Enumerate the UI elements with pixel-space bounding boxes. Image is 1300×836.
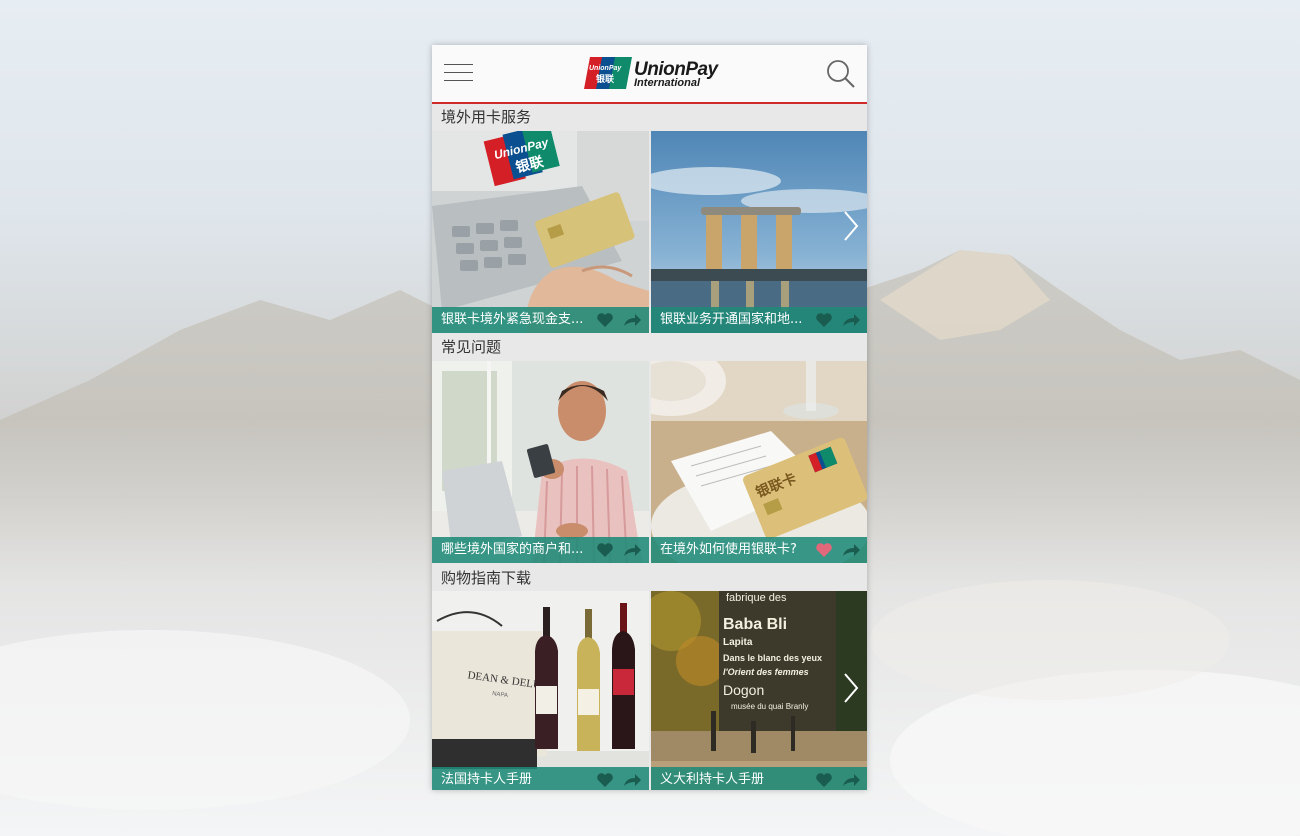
svg-text:UnionPay: UnionPay (589, 65, 622, 72)
heart-icon (816, 773, 832, 787)
tile-caption-bar: 法国持卡人手册 (432, 767, 649, 790)
share-arrow-icon (624, 314, 641, 326)
brand-subtitle: International (634, 77, 701, 89)
heart-icon (816, 543, 832, 557)
svg-text:fabrique des: fabrique des (726, 592, 787, 604)
card-on-receipt-photo: 银联卡 (651, 361, 867, 563)
favorite-button[interactable] (596, 772, 614, 788)
share-arrow-icon (624, 544, 641, 556)
chevron-right-icon (844, 211, 859, 241)
share-arrow-icon (843, 314, 860, 326)
tile-caption: 义大利持卡人手册 (660, 772, 765, 787)
tile-caption-bar: 在境外如何使用银联卡? (651, 537, 867, 563)
tile-caption: 在境外如何使用银联卡? (660, 542, 797, 557)
hamburger-icon-line (444, 80, 473, 81)
tile-italy-handbook[interactable]: fabrique des Baba Bli Lapita Dans le bla… (651, 591, 867, 790)
unionpay-logo-mark: UnionPay 银联 (584, 57, 632, 89)
favorite-button-active[interactable] (815, 542, 833, 558)
svg-text:l'Orient des femmes: l'Orient des femmes (723, 667, 809, 677)
share-button[interactable] (841, 542, 861, 558)
tile-caption: 哪些境外国家的商户和... (441, 542, 584, 557)
tile-caption: 银联卡境外紧急现金支... (441, 312, 584, 327)
tile-emergency-cash[interactable]: UnionPay 银联 银联卡境外紧急现金支... (432, 131, 649, 333)
paris-street-photo: fabrique des Baba Bli Lapita Dans le bla… (651, 591, 867, 790)
tile-caption-bar: 哪些境外国家的商户和... (432, 537, 649, 563)
marina-bay-photo (651, 131, 867, 333)
tile-merchant-countries[interactable]: 哪些境外国家的商户和... (432, 361, 649, 563)
tile-how-to-use-card[interactable]: 银联卡 在境外如何使用银联卡? (651, 361, 867, 563)
next-button[interactable] (842, 672, 860, 704)
share-button[interactable] (841, 312, 861, 328)
hamburger-icon-line (444, 72, 473, 73)
favorite-button[interactable] (596, 312, 614, 328)
svg-text:musée du quai Branly: musée du quai Branly (731, 702, 808, 711)
share-button[interactable] (622, 312, 642, 328)
section-title-shopping-guide: 购物指南下载 (441, 569, 532, 587)
heart-icon (597, 773, 613, 787)
share-button[interactable] (622, 542, 642, 558)
share-arrow-icon (843, 774, 860, 786)
section-title-faq: 常见问题 (441, 338, 502, 356)
share-arrow-icon (843, 544, 860, 556)
svg-text:Dans le blanc des yeux: Dans le blanc des yeux (723, 653, 822, 663)
svg-text:Lapita: Lapita (723, 637, 753, 648)
app-header: UnionPay 银联 UnionPay International (432, 45, 867, 104)
mobile-app-frame: UnionPay 银联 UnionPay International 境外用卡服… (432, 45, 867, 790)
man-with-laptop-photo (432, 361, 649, 563)
atm-card-photo: UnionPay 银联 (432, 131, 649, 333)
unionpay-logo: UnionPay 银联 UnionPay International (584, 57, 718, 89)
svg-text:Dogon: Dogon (723, 682, 764, 698)
svg-text:银联: 银联 (596, 73, 615, 85)
favorite-button[interactable] (815, 772, 833, 788)
share-button[interactable] (622, 772, 642, 788)
tile-france-handbook[interactable]: DEAN & DELUCA NAPA 法国持卡人手册 (432, 591, 649, 790)
share-arrow-icon (624, 774, 641, 786)
tile-caption-bar: 义大利持卡人手册 (651, 767, 867, 790)
menu-button[interactable] (444, 64, 473, 84)
favorite-button[interactable] (815, 312, 833, 328)
svg-text:Baba Bli: Baba Bli (723, 616, 787, 633)
tile-caption-bar: 银联卡境外紧急现金支... (432, 307, 649, 333)
section-title-overseas-card-service: 境外用卡服务 (441, 108, 532, 126)
heart-icon (816, 313, 832, 327)
tile-caption: 法国持卡人手册 (441, 772, 533, 787)
heart-icon (597, 313, 613, 327)
share-button[interactable] (841, 772, 861, 788)
search-icon (827, 60, 855, 88)
chevron-right-icon (844, 673, 859, 703)
tile-caption: 银联业务开通国家和地... (660, 312, 803, 327)
next-button[interactable] (842, 210, 860, 242)
hamburger-icon (444, 64, 473, 65)
wine-bottles-photo: DEAN & DELUCA NAPA (432, 591, 649, 790)
heart-icon (597, 543, 613, 557)
search-button[interactable] (826, 59, 856, 89)
tile-service-regions[interactable]: 银联业务开通国家和地... (651, 131, 867, 333)
favorite-button[interactable] (596, 542, 614, 558)
tile-caption-bar: 银联业务开通国家和地... (651, 307, 867, 333)
